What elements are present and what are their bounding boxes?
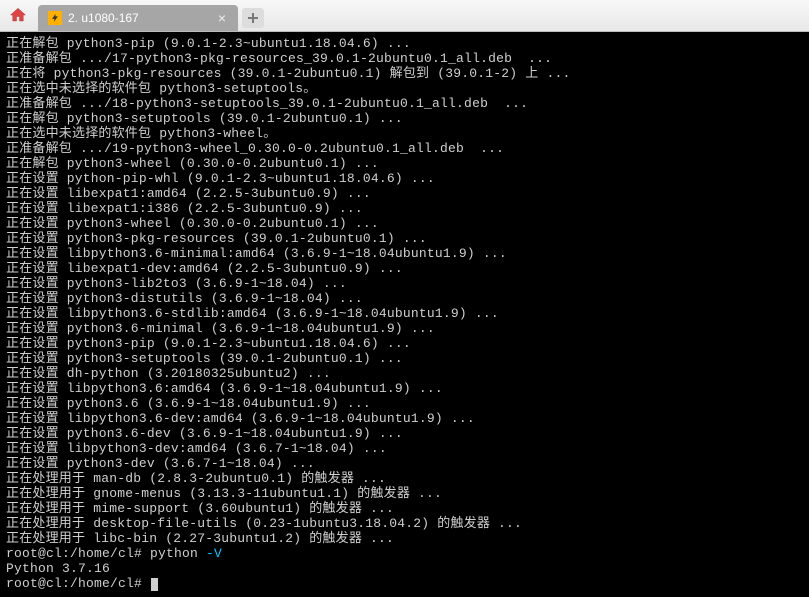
prompt-text: root@cl:/home/cl# python xyxy=(6,546,206,561)
python-version-output: Python 3.7.16 xyxy=(6,561,110,576)
command-flag: -V xyxy=(206,546,222,561)
home-icon xyxy=(9,6,27,24)
browser-tabstrip: 2. u1080-167 × xyxy=(0,0,809,32)
new-tab-button[interactable] xyxy=(242,8,264,28)
plus-icon xyxy=(248,13,258,23)
tab-active[interactable]: 2. u1080-167 × xyxy=(38,5,238,31)
home-button[interactable] xyxy=(4,1,32,29)
prompt-line-1: root@cl:/home/cl# python -V xyxy=(6,546,222,561)
lightning-icon xyxy=(48,11,62,25)
tab-close-button[interactable]: × xyxy=(216,10,228,26)
terminal-viewport[interactable]: 正在解包 python3-pip (9.0.1-2.3~ubuntu1.18.0… xyxy=(0,32,809,597)
cursor-block xyxy=(151,578,158,591)
tab-title: 2. u1080-167 xyxy=(68,11,139,25)
prompt-line-2: root@cl:/home/cl# xyxy=(6,576,150,591)
terminal-output: 正在解包 python3-pip (9.0.1-2.3~ubuntu1.18.0… xyxy=(6,36,803,546)
